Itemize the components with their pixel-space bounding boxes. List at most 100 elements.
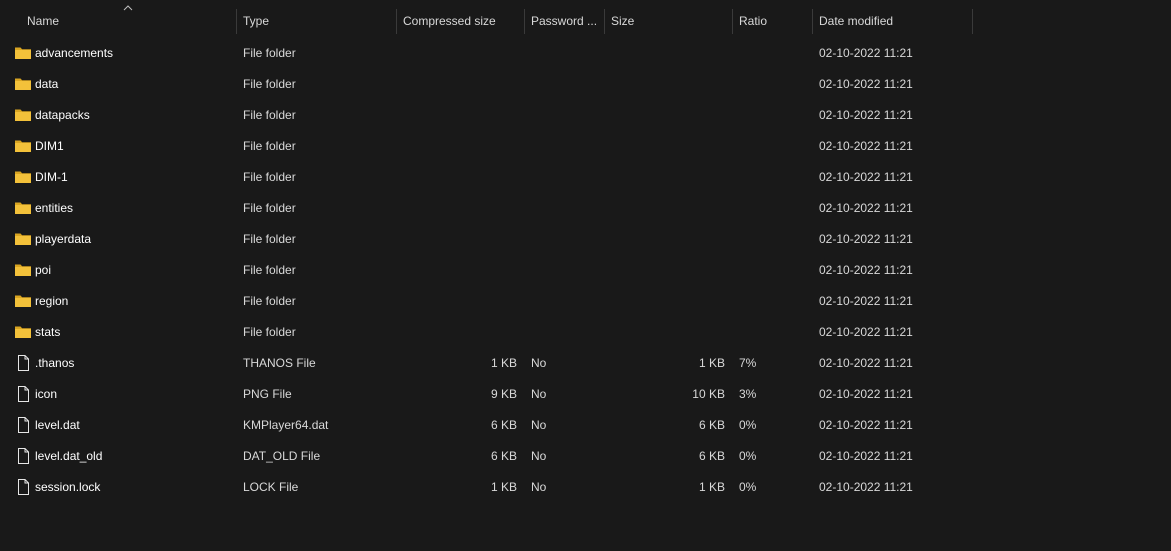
- column-header-password[interactable]: Password ...: [531, 9, 597, 33]
- list-item[interactable]: level.dat KMPlayer64.dat 6 KB No 6 KB 0%…: [0, 410, 973, 441]
- file-icon: [14, 417, 32, 433]
- list-item[interactable]: stats File folder 02-10-2022 11:21: [0, 317, 973, 348]
- column-divider[interactable]: [604, 9, 605, 34]
- list-item[interactable]: .thanos THANOS File 1 KB No 1 KB 7% 02-1…: [0, 348, 973, 379]
- item-name: session.lock: [35, 480, 101, 494]
- item-compressed-size: [400, 317, 517, 348]
- item-type: File folder: [243, 263, 296, 277]
- item-type: KMPlayer64.dat: [243, 418, 329, 432]
- item-name: icon: [35, 387, 58, 401]
- item-size: 10 KB: [692, 387, 725, 401]
- item-size: 6 KB: [698, 418, 725, 432]
- item-ratio: 0%: [739, 418, 757, 432]
- item-password: No: [531, 356, 547, 370]
- column-header-ratio[interactable]: Ratio: [739, 9, 767, 33]
- item-compressed-size: 6 KB: [490, 449, 517, 463]
- item-ratio: 7%: [739, 356, 757, 370]
- item-ratio: 0%: [739, 449, 757, 463]
- item-date-modified: 02-10-2022 11:21: [819, 77, 913, 91]
- column-header-type[interactable]: Type: [243, 9, 269, 33]
- sort-ascending-icon: [123, 5, 133, 11]
- item-size: [608, 255, 725, 286]
- item-name: DIM1: [35, 139, 64, 153]
- column-divider[interactable]: [524, 9, 525, 34]
- item-date-modified: 02-10-2022 11:21: [819, 201, 913, 215]
- item-size: 6 KB: [698, 449, 725, 463]
- item-compressed-size: 9 KB: [490, 387, 517, 401]
- column-header-name[interactable]: Name: [27, 9, 59, 33]
- item-size: [608, 131, 725, 162]
- column-divider[interactable]: [236, 9, 237, 34]
- item-type: LOCK File: [243, 480, 299, 494]
- item-compressed-size: [400, 131, 517, 162]
- item-ratio: 3%: [739, 387, 757, 401]
- item-name: stats: [35, 325, 61, 339]
- item-compressed-size: [400, 193, 517, 224]
- item-type: THANOS File: [243, 356, 316, 370]
- file-icon: [14, 448, 32, 464]
- file-icon: [14, 479, 32, 495]
- item-date-modified: 02-10-2022 11:21: [819, 294, 913, 308]
- column-divider[interactable]: [812, 9, 813, 34]
- item-type: File folder: [243, 201, 296, 215]
- item-compressed-size: 1 KB: [490, 356, 517, 370]
- item-date-modified: 02-10-2022 11:21: [819, 356, 913, 370]
- column-header-compressed-size[interactable]: Compressed size: [403, 9, 496, 33]
- item-compressed-size: [400, 162, 517, 193]
- item-size: 1 KB: [698, 480, 725, 494]
- column-divider[interactable]: [972, 9, 973, 34]
- list-item[interactable]: advancements File folder 02-10-2022 11:2…: [0, 38, 973, 69]
- item-date-modified: 02-10-2022 11:21: [819, 108, 913, 122]
- item-ratio: 0%: [739, 480, 757, 494]
- item-size: [608, 224, 725, 255]
- folder-icon: [14, 107, 32, 123]
- list-item[interactable]: session.lock LOCK File 1 KB No 1 KB 0% 0…: [0, 472, 973, 503]
- item-compressed-size: [400, 255, 517, 286]
- folder-icon: [14, 231, 32, 247]
- item-date-modified: 02-10-2022 11:21: [819, 449, 913, 463]
- list-item[interactable]: datapacks File folder 02-10-2022 11:21: [0, 100, 973, 131]
- item-size: 1 KB: [698, 356, 725, 370]
- item-type: File folder: [243, 77, 296, 91]
- column-divider[interactable]: [732, 9, 733, 34]
- column-header-bar: Name Type Compressed size Password ... S…: [0, 0, 1171, 38]
- item-type: File folder: [243, 325, 296, 339]
- list-item[interactable]: entities File folder 02-10-2022 11:21: [0, 193, 973, 224]
- item-name: datapacks: [35, 108, 90, 122]
- item-password: No: [531, 449, 547, 463]
- item-date-modified: 02-10-2022 11:21: [819, 139, 913, 153]
- item-date-modified: 02-10-2022 11:21: [819, 480, 913, 494]
- item-name: entities: [35, 201, 74, 215]
- list-item[interactable]: playerdata File folder 02-10-2022 11:21: [0, 224, 973, 255]
- item-date-modified: 02-10-2022 11:21: [819, 170, 913, 184]
- item-date-modified: 02-10-2022 11:21: [819, 418, 913, 432]
- item-name: playerdata: [35, 232, 92, 246]
- list-item[interactable]: region File folder 02-10-2022 11:21: [0, 286, 973, 317]
- item-type: File folder: [243, 108, 296, 122]
- item-compressed-size: 1 KB: [490, 480, 517, 494]
- file-rows: advancements File folder 02-10-2022 11:2…: [0, 38, 1171, 503]
- list-item[interactable]: icon PNG File 9 KB No 10 KB 3% 02-10-202…: [0, 379, 973, 410]
- item-type: PNG File: [243, 387, 292, 401]
- folder-icon: [14, 262, 32, 278]
- item-password: No: [531, 480, 547, 494]
- item-name: region: [35, 294, 69, 308]
- list-item[interactable]: level.dat_old DAT_OLD File 6 KB No 6 KB …: [0, 441, 973, 472]
- column-divider[interactable]: [396, 9, 397, 34]
- column-header-date-modified[interactable]: Date modified: [819, 9, 893, 33]
- item-size: [608, 317, 725, 348]
- list-item[interactable]: DIM1 File folder 02-10-2022 11:21: [0, 131, 973, 162]
- item-name: level.dat: [35, 418, 80, 432]
- item-compressed-size: 6 KB: [490, 418, 517, 432]
- item-name: advancements: [35, 46, 114, 60]
- column-header-size[interactable]: Size: [611, 9, 634, 33]
- item-type: DAT_OLD File: [243, 449, 321, 463]
- item-type: File folder: [243, 170, 296, 184]
- item-password: No: [531, 418, 547, 432]
- list-item[interactable]: data File folder 02-10-2022 11:21: [0, 69, 973, 100]
- folder-icon: [14, 138, 32, 154]
- list-item[interactable]: poi File folder 02-10-2022 11:21: [0, 255, 973, 286]
- list-item[interactable]: DIM-1 File folder 02-10-2022 11:21: [0, 162, 973, 193]
- item-date-modified: 02-10-2022 11:21: [819, 232, 913, 246]
- item-type: File folder: [243, 139, 296, 153]
